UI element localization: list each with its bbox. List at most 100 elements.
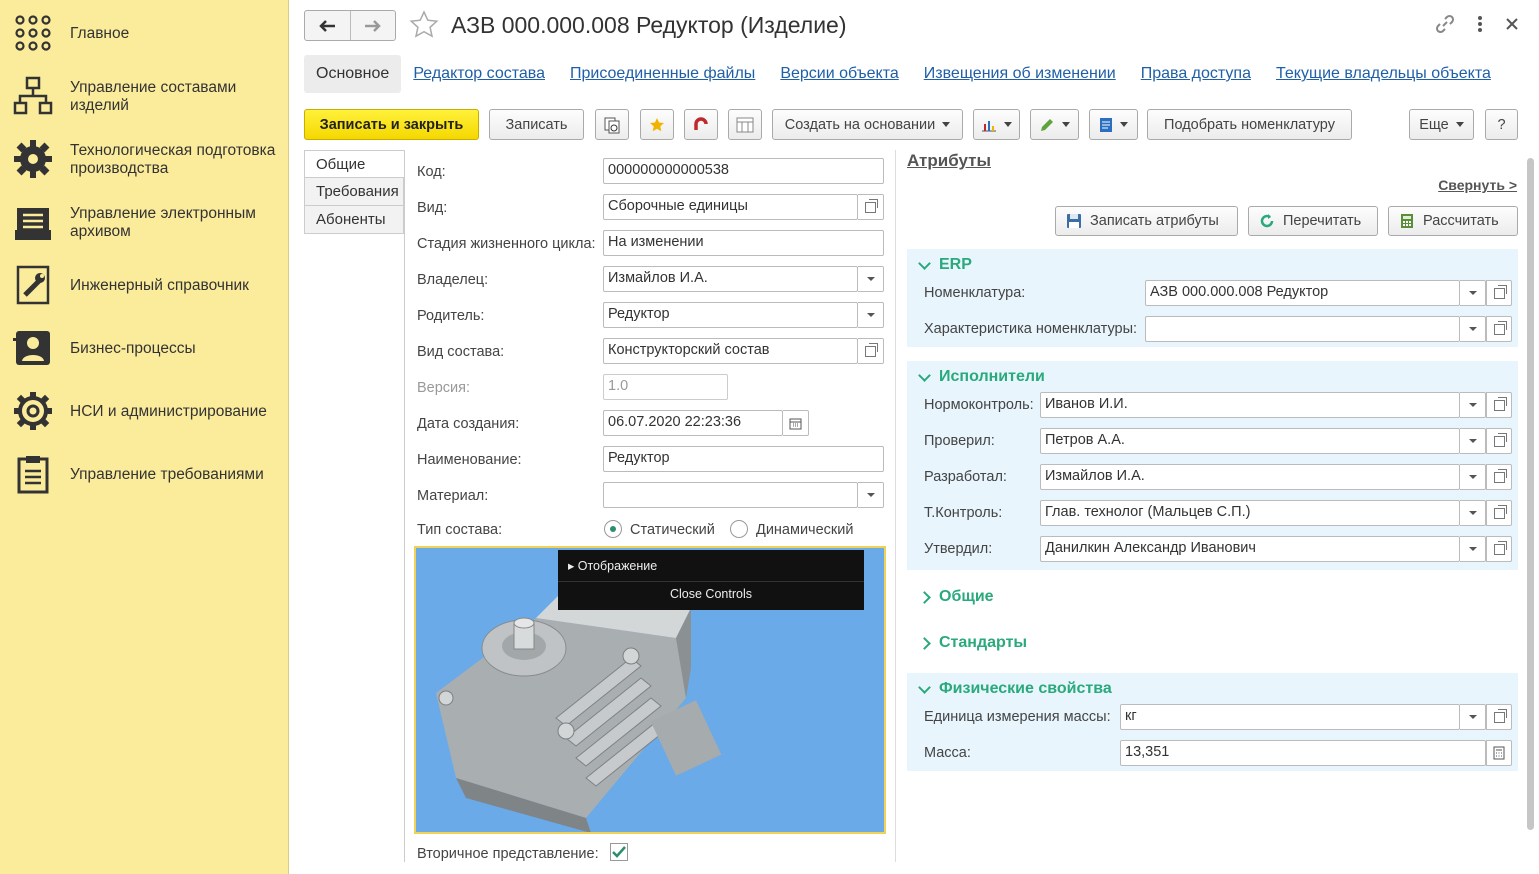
scrollbar[interactable] (1527, 158, 1534, 830)
standards-group-header[interactable]: Стандарты (918, 634, 1027, 652)
link-icon[interactable] (1435, 14, 1455, 37)
tab-current-owners[interactable]: Текущие владельцы объекта (1276, 65, 1491, 83)
favorites-button[interactable] (640, 109, 674, 140)
static-radio[interactable] (604, 520, 622, 538)
characteristic-field[interactable] (1145, 316, 1460, 342)
created-field[interactable]: 06.07.2020 22:23:36 (603, 410, 783, 436)
stage-field[interactable]: На изменении (603, 230, 884, 256)
sidebar-item-engineering-ref[interactable]: Инженерный справочник (0, 265, 288, 307)
name-field[interactable]: Редуктор (603, 446, 884, 472)
save-button[interactable]: Записать (489, 109, 584, 140)
more-vertical-icon[interactable] (1477, 15, 1483, 36)
dynamic-radio[interactable] (730, 520, 748, 538)
nomenclature-dropdown-button[interactable] (1460, 280, 1486, 306)
tab-access-rights[interactable]: Права доступа (1141, 65, 1251, 83)
sidebar-item-tech-prep[interactable]: Технологическая подготовка производства (0, 139, 288, 181)
sidebar-item-nsi-admin[interactable]: НСИ и администрирование (0, 391, 288, 433)
save-and-close-button[interactable]: Записать и закрыть (304, 109, 479, 140)
help-button[interactable]: ? (1485, 109, 1518, 140)
close-controls-button[interactable]: Close Controls (558, 582, 864, 610)
tab-attached-files[interactable]: Присоединенные файлы (570, 65, 755, 83)
table-view-button[interactable] (728, 109, 762, 140)
composition-open-button[interactable] (858, 338, 884, 364)
side-tab-requirements[interactable]: Требования (304, 178, 404, 206)
pick-nomenclature-button[interactable]: Подобрать номенклатуру (1147, 109, 1352, 140)
tcontrol-open-button[interactable] (1486, 500, 1512, 526)
tab-main[interactable]: Основное (304, 55, 402, 93)
owner-label: Владелец: (417, 272, 489, 288)
tab-object-versions[interactable]: Версии объекта (780, 65, 898, 83)
forward-button[interactable] (351, 11, 396, 40)
side-tabs: Общие Требования Абоненты (304, 150, 404, 234)
material-field[interactable] (603, 482, 858, 508)
nomenclature-open-button[interactable] (1486, 280, 1512, 306)
sidebar-item-archive[interactable]: Управление электронным архивом (0, 202, 288, 244)
approved-field[interactable]: Данилкин Александр Иванович (1040, 536, 1460, 562)
display-menu-item[interactable]: ▸ Отображение (558, 550, 864, 582)
approved-dropdown-button[interactable] (1460, 536, 1486, 562)
kind-open-button[interactable] (858, 194, 884, 220)
sidebar-item-main[interactable]: Главное (0, 13, 288, 53)
history-nav (304, 10, 396, 41)
mass-unit-open-button[interactable] (1486, 704, 1512, 730)
normcontrol-dropdown-button[interactable] (1460, 392, 1486, 418)
reread-button[interactable]: Перечитать (1248, 206, 1378, 236)
tcontrol-dropdown-button[interactable] (1460, 500, 1486, 526)
parent-dropdown-button[interactable] (858, 302, 884, 328)
mass-field[interactable]: 13,351 (1120, 740, 1486, 766)
normcontrol-open-button[interactable] (1486, 392, 1512, 418)
developed-dropdown-button[interactable] (1460, 464, 1486, 490)
composition-field[interactable]: Конструкторский состав (603, 338, 858, 364)
side-tab-general[interactable]: Общие (304, 150, 404, 178)
sidebar-item-requirements[interactable]: Управление требованиями (0, 454, 288, 496)
calculator-icon (1401, 214, 1413, 228)
mass-unit-field[interactable]: кг (1120, 704, 1460, 730)
code-field[interactable]: 000000000000538 (603, 158, 884, 184)
developed-open-button[interactable] (1486, 464, 1512, 490)
tcontrol-field[interactable]: Глав. технолог (Мальцев С.П.) (1040, 500, 1460, 526)
sidebar-item-business-processes[interactable]: Бизнес-процессы (0, 328, 288, 370)
3d-viewer[interactable]: ▸ Отображение Close Controls (414, 546, 886, 834)
developed-field[interactable]: Измайлов И.А. (1040, 464, 1460, 490)
back-button[interactable] (305, 11, 351, 40)
checked-open-button[interactable] (1486, 428, 1512, 454)
owner-dropdown-button[interactable] (858, 266, 884, 292)
nomenclature-field[interactable]: АЗВ 000.000.008 Редуктор (1145, 280, 1460, 306)
characteristic-dropdown-button[interactable] (1460, 316, 1486, 342)
mass-calculator-button[interactable] (1486, 740, 1512, 766)
save-attributes-button[interactable]: Записать атрибуты (1055, 206, 1238, 236)
side-tab-subscribers[interactable]: Абоненты (304, 206, 404, 234)
erp-group-header[interactable]: ERP (918, 256, 972, 274)
general-group-header[interactable]: Общие (918, 588, 994, 606)
secondary-checkbox[interactable] (610, 843, 628, 861)
tab-composition-editor[interactable]: Редактор состава (413, 65, 545, 83)
tab-change-notices[interactable]: Извещения об изменении (924, 65, 1116, 83)
more-dropdown[interactable]: Еще (1409, 109, 1474, 140)
create-based-on-dropdown[interactable]: Создать на основании (772, 109, 963, 140)
reports-dropdown[interactable] (973, 109, 1020, 140)
checked-dropdown-button[interactable] (1460, 428, 1486, 454)
documents-icon (604, 117, 620, 133)
copy-doc-button[interactable] (595, 109, 629, 140)
edit-dropdown[interactable] (1030, 109, 1079, 140)
sidebar-item-compositions[interactable]: Управление составами изделий (0, 76, 288, 118)
favorite-star-icon[interactable] (408, 9, 440, 44)
attributes-title[interactable]: Атрибуты (907, 151, 991, 171)
checked-field[interactable]: Петров А.А. (1040, 428, 1460, 454)
material-dropdown-button[interactable] (858, 482, 884, 508)
approved-open-button[interactable] (1486, 536, 1512, 562)
owner-field[interactable]: Измайлов И.А. (603, 266, 858, 292)
executors-group-header[interactable]: Исполнители (918, 368, 1045, 386)
characteristic-open-button[interactable] (1486, 316, 1512, 342)
calculate-button[interactable]: Рассчитать (1388, 206, 1518, 236)
normcontrol-field[interactable]: Иванов И.И. (1040, 392, 1460, 418)
print-dropdown[interactable] (1089, 109, 1138, 140)
mass-unit-dropdown-button[interactable] (1460, 704, 1486, 730)
kind-field[interactable]: Сборочные единицы (603, 194, 858, 220)
physical-group-header[interactable]: Физические свойства (918, 680, 1112, 698)
close-icon[interactable] (1505, 17, 1519, 34)
undo-button[interactable] (684, 109, 718, 140)
collapse-link[interactable]: Свернуть > (1438, 177, 1517, 193)
parent-field[interactable]: Редуктор (603, 302, 858, 328)
calendar-button[interactable] (783, 410, 809, 436)
